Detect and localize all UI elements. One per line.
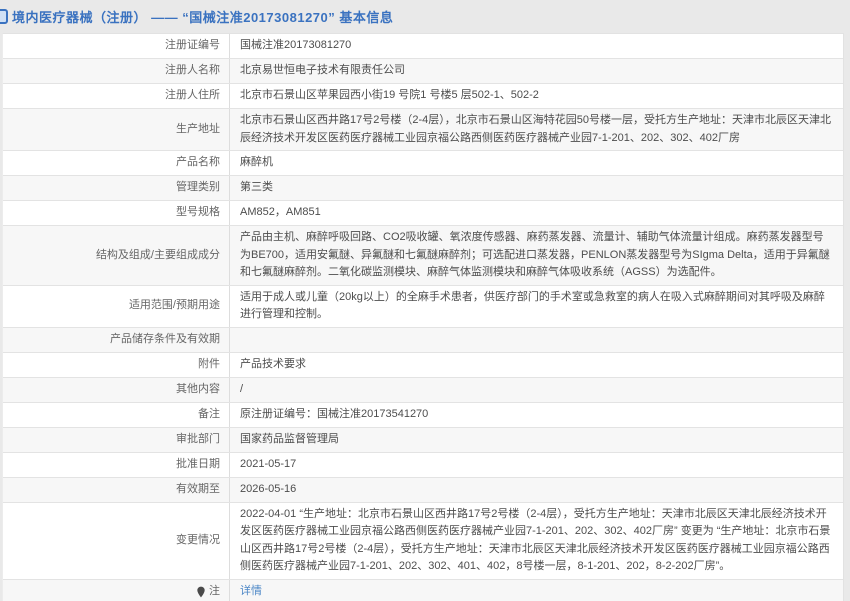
registration-doc-icon xyxy=(0,9,8,24)
row-label: 结构及组成/主要组成成分 xyxy=(3,226,230,285)
row-label: 批准日期 xyxy=(3,453,230,477)
row-value: 2026-05-16 xyxy=(230,478,843,502)
table-row: 注册人名称北京易世恒电子技术有限责任公司 xyxy=(3,59,843,84)
row-value: 北京易世恒电子技术有限责任公司 xyxy=(230,59,843,83)
row-label: 管理类别 xyxy=(3,176,230,200)
row-value: 2021-05-17 xyxy=(230,453,843,477)
row-label: 其他内容 xyxy=(3,378,230,402)
row-value: 麻醉机 xyxy=(230,151,843,175)
page-header: 境内医疗器械（注册） —— “国械注准20173081270” 基本信息 xyxy=(0,0,850,33)
registration-info-table: 注册证编号国械注准20173081270注册人名称北京易世恒电子技术有限责任公司… xyxy=(2,33,844,601)
row-label: 型号规格 xyxy=(3,201,230,225)
table-row: 审批部门国家药品监督管理局 xyxy=(3,428,843,453)
row-value-text: 北京易世恒电子技术有限责任公司 xyxy=(240,62,405,80)
row-value: 北京市石景山区西井路17号2号楼（2-4层），北京市石景山区海特花园50号楼一层… xyxy=(230,109,843,150)
row-value-text: 国械注准20173081270 xyxy=(240,37,351,55)
table-row: 附件产品技术要求 xyxy=(3,353,843,378)
table-row: 注册证编号国械注准20173081270 xyxy=(3,34,843,59)
table-row: 备注原注册证编号：国械注准20173541270 xyxy=(3,403,843,428)
row-value: AM852，AM851 xyxy=(230,201,843,225)
row-value-text: 国家药品监督管理局 xyxy=(240,431,339,449)
table-row: 生产地址北京市石景山区西井路17号2号楼（2-4层），北京市石景山区海特花园50… xyxy=(3,109,843,151)
table-row: 型号规格 AM852，AM851 xyxy=(3,201,843,226)
row-label: 注册人名称 xyxy=(3,59,230,83)
row-label: 产品名称 xyxy=(3,151,230,175)
table-row: 注册人住所北京市石景山区苹果园西小街19 号院1 号楼5 层502-1、502-… xyxy=(3,84,843,109)
row-value-text: 产品由主机、麻醉呼吸回路、CO2吸收罐、氧浓度传感器、麻药蒸发器、流量计、辅助气… xyxy=(240,229,833,282)
row-value: 适用于成人或儿童（20kg以上）的全麻手术患者，供医疗部门的手术室或急救室的病人… xyxy=(230,286,843,327)
row-value: 详情 xyxy=(230,580,843,601)
table-row: 变更情况2022-04-01 “生产地址：北京市石景山区西井路17号2号楼（2-… xyxy=(3,503,843,580)
row-value-text: 第三类 xyxy=(240,179,273,197)
table-row: 批准日期 2021-05-17 xyxy=(3,453,843,478)
table-row: 产品名称麻醉机 xyxy=(3,151,843,176)
row-label: 审批部门 xyxy=(3,428,230,452)
row-value: 北京市石景山区苹果园西小街19 号院1 号楼5 层502-1、502-2 xyxy=(230,84,843,108)
table-row: 其他内容 / xyxy=(3,378,843,403)
row-value-text: / xyxy=(240,381,243,399)
page-title: 境内医疗器械（注册） —— “国械注准20173081270” 基本信息 xyxy=(12,7,393,26)
page: { "header": { "title": "境内医疗器械（注册） —— “国… xyxy=(0,0,850,601)
row-label: 附件 xyxy=(3,353,230,377)
row-label: 注册人住所 xyxy=(3,84,230,108)
row-label: 备注 xyxy=(3,403,230,427)
row-value-text: 麻醉机 xyxy=(240,154,273,172)
details-link[interactable]: 详情 xyxy=(240,583,262,601)
row-value: 国家药品监督管理局 xyxy=(230,428,843,452)
row-label: 产品储存条件及有效期 xyxy=(3,328,230,352)
row-value-text: 原注册证编号：国械注准20173541270 xyxy=(240,406,428,424)
table-row: 结构及组成/主要组成成分产品由主机、麻醉呼吸回路、CO2吸收罐、氧浓度传感器、麻… xyxy=(3,226,843,286)
row-value-text: 2026-05-16 xyxy=(240,481,296,499)
row-value: 产品技术要求 xyxy=(230,353,843,377)
row-value: 产品由主机、麻醉呼吸回路、CO2吸收罐、氧浓度传感器、麻药蒸发器、流量计、辅助气… xyxy=(230,226,843,285)
row-value: 国械注准20173081270 xyxy=(230,34,843,58)
row-value-text: 北京市石景山区苹果园西小街19 号院1 号楼5 层502-1、502-2 xyxy=(240,87,539,105)
row-value: 2022-04-01 “生产地址：北京市石景山区西井路17号2号楼（2-4层），… xyxy=(230,503,843,579)
row-label: 生产地址 xyxy=(3,109,230,150)
pin-icon xyxy=(196,586,206,598)
table-row: 管理类别第三类 xyxy=(3,176,843,201)
row-value-text: AM852，AM851 xyxy=(240,204,321,222)
table-row: 有效期至 2026-05-16 xyxy=(3,478,843,503)
row-label: 有效期至 xyxy=(3,478,230,502)
row-label: 适用范围/预期用途 xyxy=(3,286,230,327)
row-label: 变更情况 xyxy=(3,503,230,579)
row-value-text: 产品技术要求 xyxy=(240,356,306,374)
row-value-text: 适用于成人或儿童（20kg以上）的全麻手术患者，供医疗部门的手术室或急救室的病人… xyxy=(240,289,833,324)
row-value xyxy=(230,328,843,352)
row-value-text: 2022-04-01 “生产地址：北京市石景山区西井路17号2号楼（2-4层），… xyxy=(240,506,833,576)
row-label: 注册证编号 xyxy=(3,34,230,58)
row-label: 注 xyxy=(3,580,230,601)
row-label-text: 注 xyxy=(209,583,220,601)
row-value: / xyxy=(230,378,843,402)
table-row: 注 详情 xyxy=(3,580,843,601)
table-row: 产品储存条件及有效期 xyxy=(3,328,843,353)
row-value: 第三类 xyxy=(230,176,843,200)
table-row: 适用范围/预期用途适用于成人或儿童（20kg以上）的全麻手术患者，供医疗部门的手… xyxy=(3,286,843,328)
row-value-text: 2021-05-17 xyxy=(240,456,296,474)
row-value-text: 北京市石景山区西井路17号2号楼（2-4层），北京市石景山区海特花园50号楼一层… xyxy=(240,112,833,147)
row-value: 原注册证编号：国械注准20173541270 xyxy=(230,403,843,427)
